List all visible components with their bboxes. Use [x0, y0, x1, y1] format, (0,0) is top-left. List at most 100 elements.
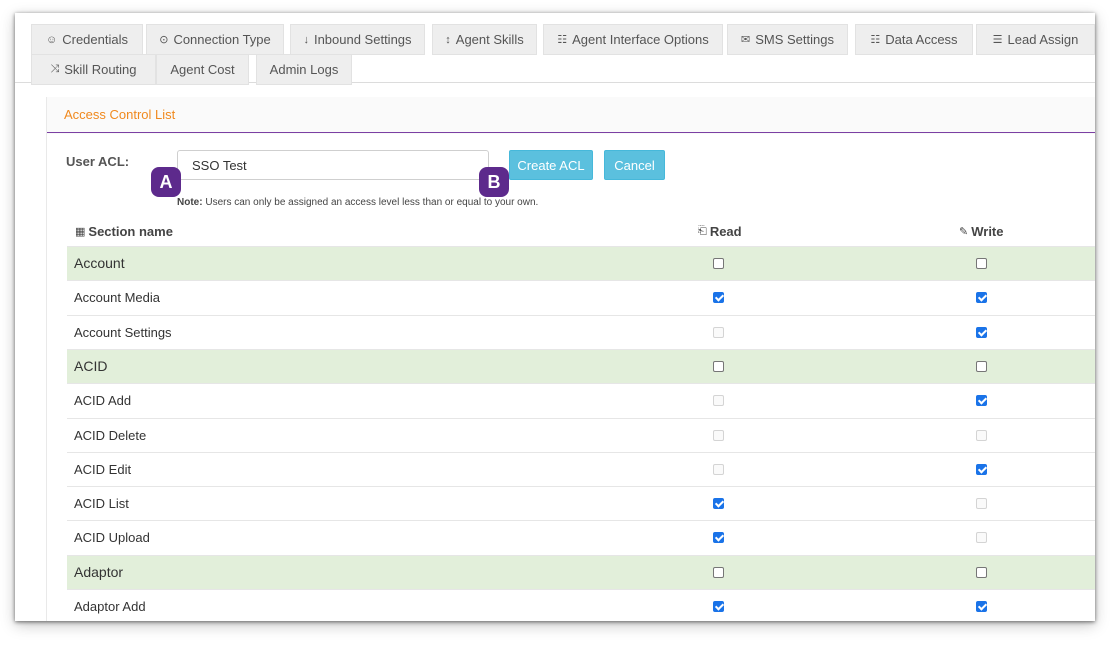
write-checkbox[interactable]: [976, 395, 987, 407]
column-header-section-name: ▦ Section name: [75, 224, 173, 239]
acl-section-header: Access Control List: [47, 97, 1095, 133]
read-checkbox: [713, 395, 724, 407]
arrow-down-icon: ↓: [303, 33, 309, 46]
section-name: Account: [74, 255, 125, 271]
read-checkbox[interactable]: [713, 258, 724, 269]
section-name: ACID Upload: [74, 530, 150, 546]
acl-panel: User ACL: Create ACL Cancel Note: Users …: [47, 134, 1095, 621]
tab-label: Credentials: [62, 32, 128, 47]
read-checkbox: [713, 326, 724, 338]
column-header-read: ⎗ Read: [698, 224, 742, 239]
user-acl-label: User ACL:: [66, 154, 130, 169]
user-acl-input[interactable]: [177, 150, 489, 180]
read-checkbox[interactable]: [713, 360, 724, 372]
grid-icon: ▦: [75, 226, 86, 238]
table-group-row: ACID: [67, 348, 1095, 383]
section-name: Adaptor Add: [74, 599, 146, 614]
tab-3[interactable]: ↕ Agent Skills: [432, 24, 537, 55]
read-checkbox: [713, 429, 724, 441]
tab-label: Admin Logs: [269, 62, 339, 77]
section-name: ACID: [74, 357, 108, 374]
column-header-write: ✎ Write: [959, 224, 1003, 239]
tab-7[interactable]: ☰ Lead Assign: [976, 24, 1095, 55]
tab-bar: ☺ Credentials ⊙ Connection Type ↓ Inbound Set…: [15, 13, 1095, 85]
section-name: ACID Edit: [74, 461, 132, 477]
section-name: ACID Add: [74, 393, 132, 409]
app-window: ☺ Credentials ⊙ Connection Type ↓ Inbound Set…: [15, 13, 1095, 621]
tab-2[interactable]: ↓ Inbound Settings: [290, 24, 425, 55]
note-label: Note:: [177, 197, 203, 208]
read-checkbox[interactable]: [713, 498, 724, 510]
tab-label: Connection Type: [173, 32, 271, 47]
section-name: Account Media: [74, 290, 160, 306]
tab-label: Agent Skills: [455, 32, 524, 47]
table-row: Account Media: [67, 280, 1095, 315]
tab-0[interactable]: ☺ Credentials: [31, 24, 143, 55]
table-row: ACID Edit: [67, 451, 1095, 486]
tab-1[interactable]: ⊙ Connection Type: [146, 24, 284, 55]
column-header-section-name-label: Section name: [88, 224, 173, 239]
tab-label: Inbound Settings: [313, 32, 412, 47]
access-level-note: Note: Users can only be assigned an acce…: [177, 197, 538, 208]
table-group-row: Adaptor: [67, 554, 1095, 589]
table-row: ACID Upload: [67, 520, 1095, 555]
tab-label: Data Access: [885, 32, 958, 47]
read-checkbox[interactable]: [713, 532, 724, 544]
note-text: Users can only be assigned an access lev…: [202, 197, 539, 208]
acl-table-header: ▦ Section name ⎗ Read ✎ Write: [73, 219, 1095, 245]
section-name: Adaptor: [74, 563, 124, 580]
callout-badge-a: A: [151, 167, 181, 197]
callout-badge-b: B: [479, 167, 509, 197]
tab-label: SMS Settings: [755, 32, 834, 47]
cancel-button[interactable]: Cancel: [604, 150, 665, 180]
table-row: Account Settings: [67, 314, 1095, 349]
tab-9[interactable]: Agent Cost: [156, 54, 249, 85]
tab-5[interactable]: ✉ SMS Settings: [727, 24, 848, 55]
table-row: Adaptor Add: [67, 589, 1095, 621]
column-header-read-label: Read: [709, 224, 742, 239]
column-header-write-label: Write: [971, 224, 1004, 239]
grid-icon: ☷: [557, 34, 568, 46]
write-checkbox[interactable]: [976, 601, 987, 612]
table-row: ACID List: [67, 486, 1095, 521]
acl-section-title: Access Control List: [64, 107, 176, 122]
write-checkbox: [976, 498, 987, 510]
tab-label: Lead Assign: [1007, 32, 1079, 47]
user-icon: ☺: [46, 33, 58, 46]
tab-label: Skill Routing: [64, 62, 137, 77]
write-checkbox[interactable]: [976, 258, 987, 269]
tab-8[interactable]: ⤨ Skill Routing: [31, 54, 156, 85]
create-acl-button[interactable]: Create ACL: [509, 150, 593, 180]
tab-6[interactable]: ☷ Data Access: [855, 24, 973, 55]
grid-icon: ☷: [870, 34, 881, 46]
section-name: ACID List: [74, 496, 129, 512]
acl-content: Access Control List User ACL: Create ACL…: [46, 97, 1095, 621]
table-row: ACID Delete: [67, 417, 1095, 452]
document-icon: ⎗: [698, 225, 707, 237]
section-name: Account Settings: [74, 324, 172, 340]
write-checkbox[interactable]: [976, 360, 987, 372]
tab-4[interactable]: ☷ Agent Interface Options: [543, 24, 723, 55]
tab-label: Agent Cost: [170, 62, 235, 77]
pencil-icon: ✎: [959, 226, 969, 238]
shuffle-icon: ⤨: [50, 63, 60, 75]
table-group-row: Account: [67, 246, 1095, 280]
vertical-arrows-icon: ↕: [445, 33, 451, 46]
lock-icon: ⊙: [159, 34, 169, 46]
write-checkbox[interactable]: [976, 292, 987, 304]
tab-label: Agent Interface Options: [572, 32, 709, 47]
table-row: ACID Add: [67, 383, 1095, 418]
read-checkbox[interactable]: [713, 601, 724, 612]
list-icon: ☰: [992, 34, 1003, 46]
read-checkbox: [713, 463, 724, 475]
section-name: ACID Delete: [74, 427, 147, 443]
tab-10[interactable]: Admin Logs: [256, 54, 352, 85]
write-checkbox[interactable]: [976, 566, 987, 578]
write-checkbox: [976, 429, 987, 441]
write-checkbox[interactable]: [976, 326, 987, 338]
write-checkbox[interactable]: [976, 463, 987, 475]
read-checkbox[interactable]: [713, 292, 724, 304]
read-checkbox[interactable]: [713, 566, 724, 578]
write-checkbox: [976, 532, 987, 544]
envelope-icon: ✉: [741, 34, 751, 46]
